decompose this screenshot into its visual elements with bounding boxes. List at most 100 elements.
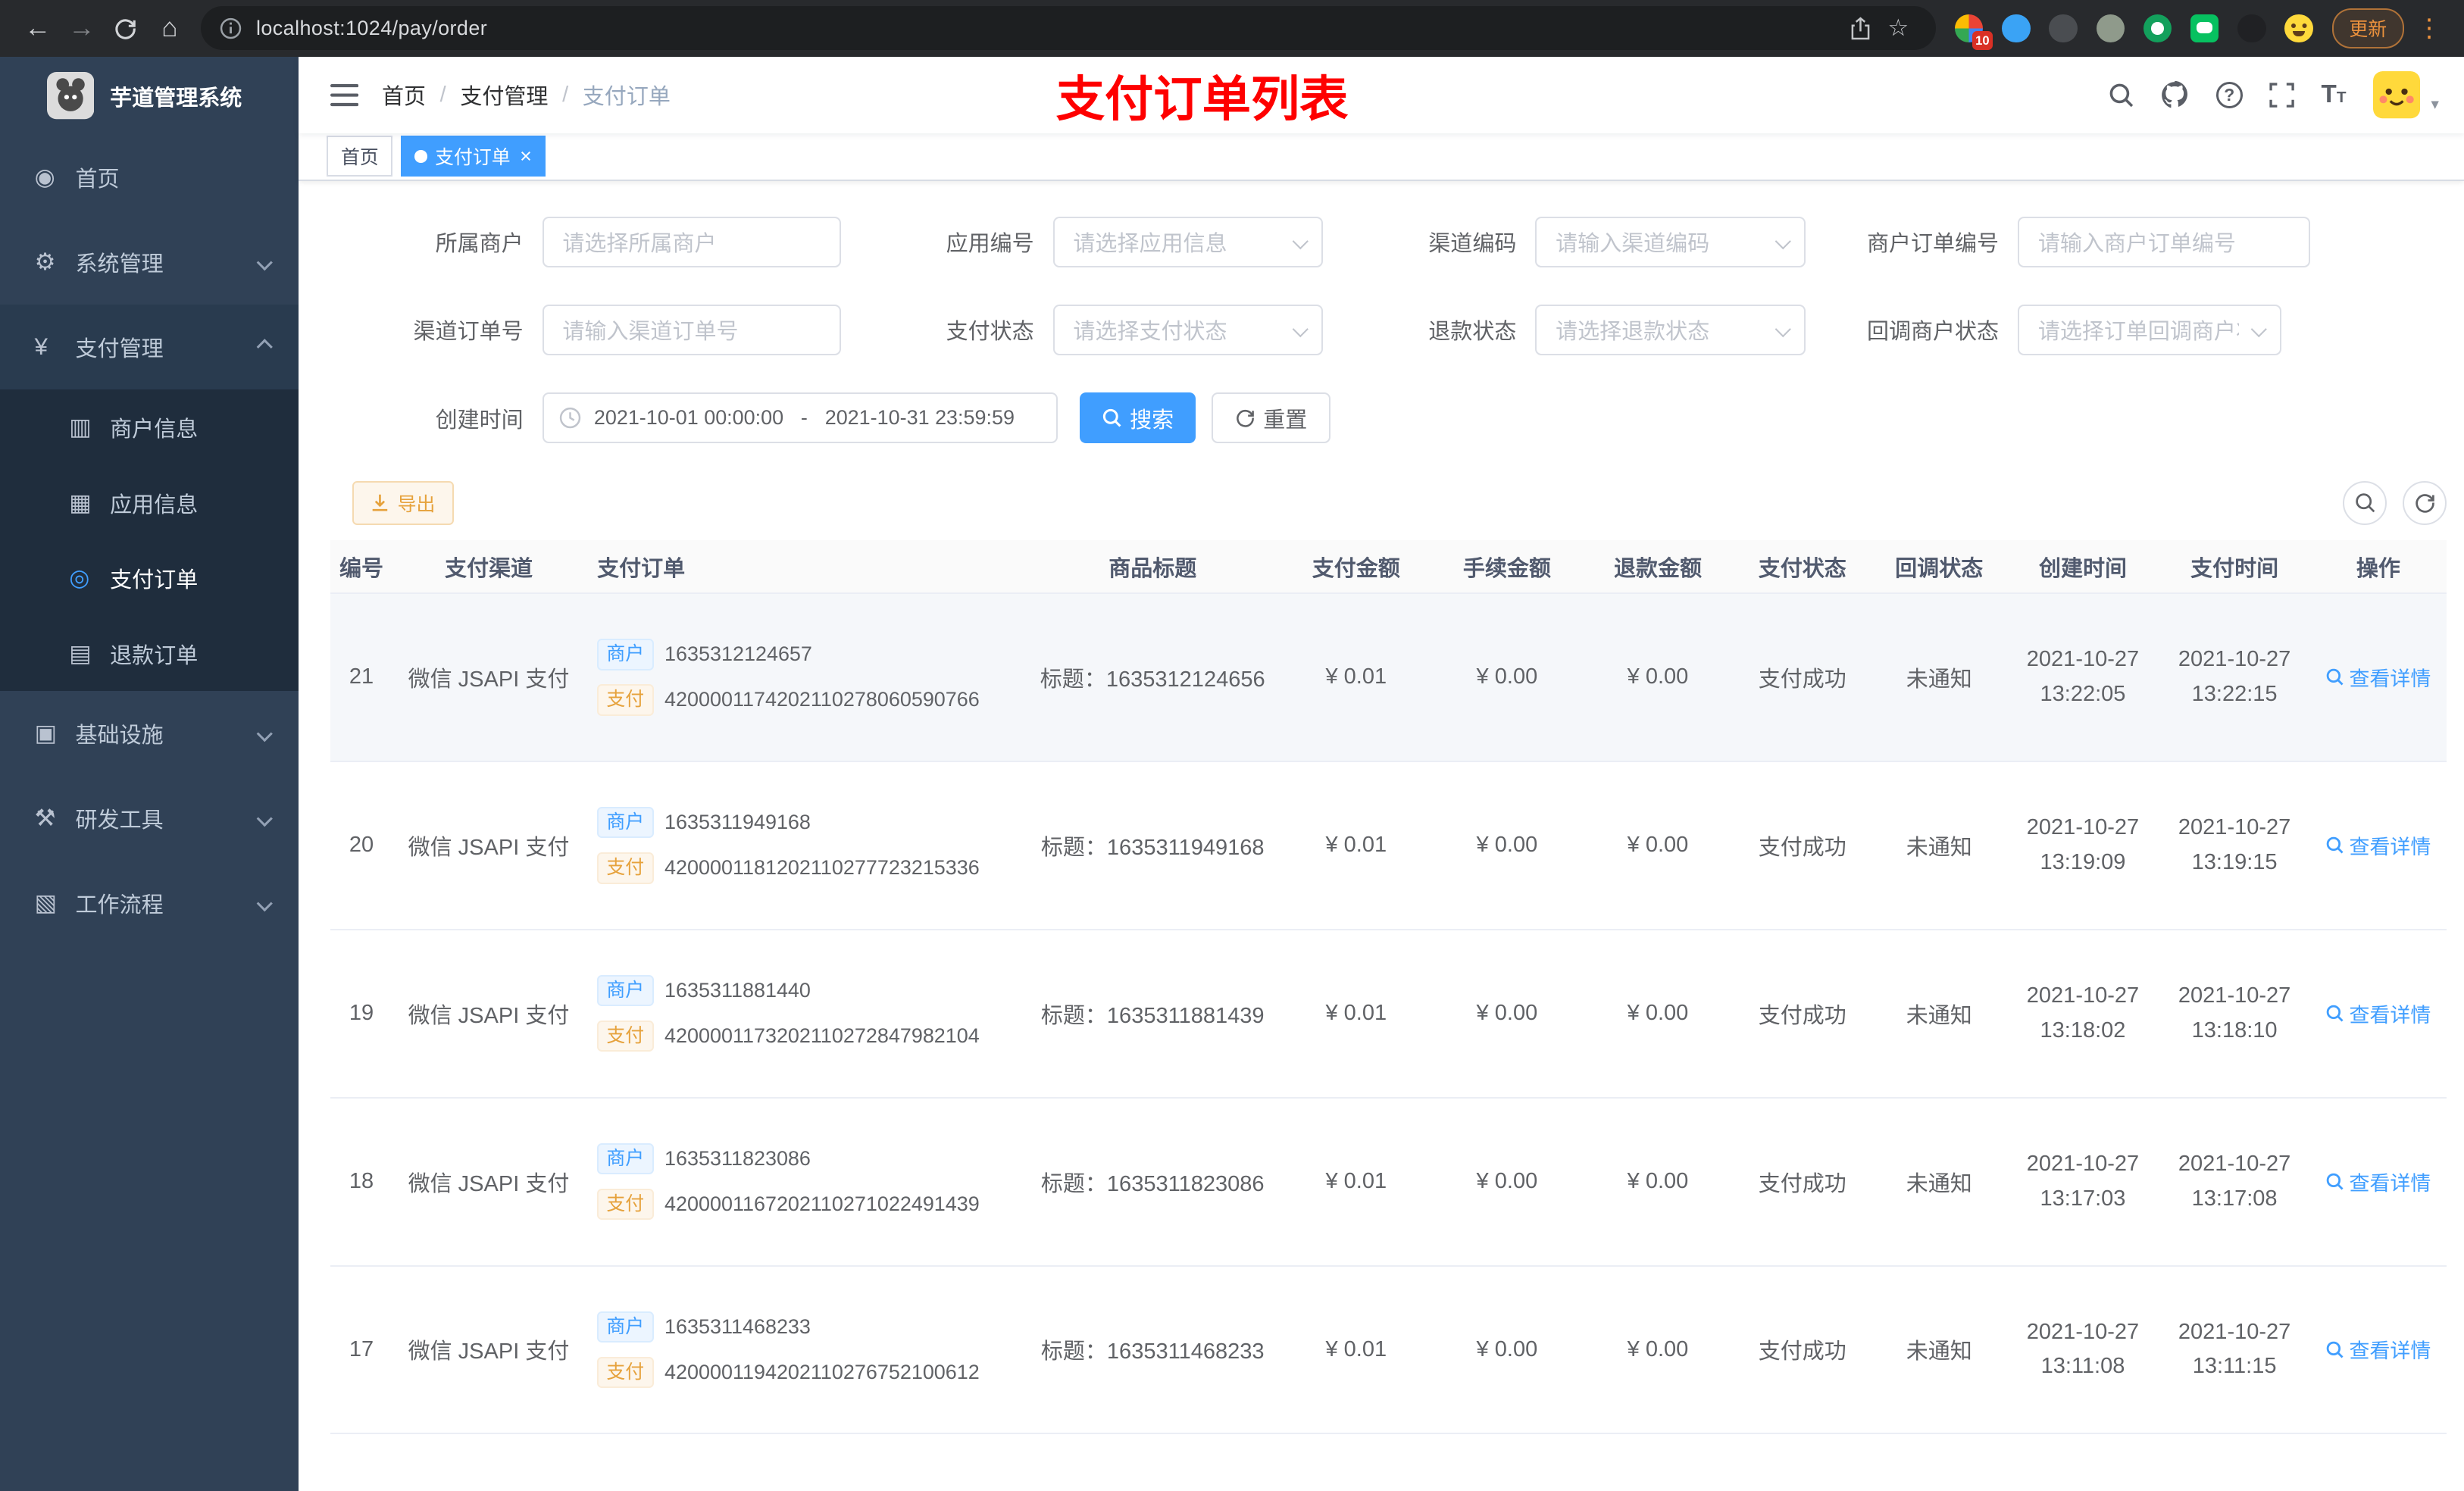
filter-item-refund-status: 退款状态 请选择退款状态: [1323, 305, 1806, 355]
sidebar-item-pay-order[interactable]: ◎ 支付订单: [0, 540, 299, 616]
breadcrumb-item[interactable]: 支付管理: [460, 79, 548, 111]
pay-amount-cell: ¥ 0.01: [1325, 664, 1387, 689]
tab-label: 首页: [340, 147, 379, 169]
reload-button[interactable]: [104, 6, 148, 50]
tab-支付订单[interactable]: 支付订单 ×: [400, 136, 546, 177]
column-header: 编号: [339, 556, 383, 581]
view-detail-link[interactable]: 查看详情: [2325, 662, 2431, 692]
home-button[interactable]: ⌂: [148, 6, 192, 50]
sidebar-item-infrastructure[interactable]: ▣ 基础设施: [0, 691, 299, 776]
reset-button[interactable]: 重置: [1211, 392, 1331, 443]
column-header: 支付渠道: [444, 556, 533, 581]
order-icon: ◎: [69, 564, 90, 592]
sidebar-item-app-info[interactable]: ▦ 应用信息: [0, 465, 299, 541]
bookmark-star-icon[interactable]: ☆: [1879, 9, 1917, 47]
extension-green-square-icon[interactable]: [2190, 14, 2219, 42]
extension-gray-icon[interactable]: [2096, 14, 2125, 42]
pay-tag: 支付: [597, 1020, 654, 1052]
extension-emoji-icon[interactable]: [2284, 14, 2313, 42]
extension-blue-icon[interactable]: [2002, 14, 2031, 42]
share-icon[interactable]: [1842, 9, 1880, 47]
page-body: 芋道管理系统 ◉ 首页 ⚙ 系统管理 ¥ 支付管理 ▥ 商户信息 ▦ 应用信息 ◎ 支付订单 ▤ 退款订单…: [0, 56, 2464, 1491]
close-icon[interactable]: ×: [520, 145, 532, 167]
site-info-icon[interactable]: [220, 17, 242, 39]
filter-input-channel-order-no[interactable]: 请输入渠道订单号: [542, 305, 841, 355]
address-bar[interactable]: localhost:1024/pay/order ☆: [201, 6, 1937, 51]
extension-colorful-icon[interactable]: 10: [1954, 14, 1993, 51]
search-button-label: 搜索: [1130, 408, 1174, 433]
extension-black-icon[interactable]: [2237, 14, 2266, 42]
product-title-cell: 标题：1635311468233: [1040, 1339, 1265, 1364]
search-icon[interactable]: [2108, 82, 2134, 108]
sidebar-item-dev-tools[interactable]: ⚒ 研发工具: [0, 776, 299, 861]
placeholder-text: 请输入商户订单编号: [2037, 232, 2236, 257]
reset-button-label: 重置: [1263, 408, 1308, 433]
main-panel: 首页 / 支付管理 / 支付订单 支付订单列表 ? TT ▾ 首页 支付订单 ×…: [299, 56, 2464, 1491]
font-size-icon[interactable]: TT: [2322, 80, 2347, 109]
date-range-picker[interactable]: 2021-10-01 00:00:00 - 2021-10-31 23:59:5…: [542, 392, 1058, 443]
filter-item-channel-order-no: 渠道订单号 请输入渠道订单号: [330, 305, 841, 355]
table-body: 21 微信 JSAPI 支付 商户 1635312124657 支付 4200001174…: [330, 593, 2447, 1491]
pay-channel-cell: 微信 JSAPI 支付: [408, 1171, 570, 1196]
merchant-order-no: 1635311823086: [664, 1146, 811, 1170]
export-button[interactable]: 导出: [352, 480, 455, 525]
filter-input-merchant[interactable]: 请选择所属商户: [542, 217, 841, 267]
extension-green-circle-icon[interactable]: [2143, 14, 2172, 42]
table-row: 20 微信 JSAPI 支付 商户 1635311949168 支付 4200001181…: [330, 761, 2447, 930]
filter-select-app-no[interactable]: 请选择应用信息: [1052, 217, 1324, 267]
sidebar-item-system[interactable]: ⚙ 系统管理: [0, 220, 299, 305]
extension-dark-icon[interactable]: [2049, 14, 2078, 42]
back-button[interactable]: ←: [16, 6, 60, 50]
sidebar-item-merchant-info[interactable]: ▥ 商户信息: [0, 389, 299, 465]
table-row: 17 微信 JSAPI 支付 商户 1635311468233 支付 4200001194…: [330, 1266, 2447, 1435]
app-logo[interactable]: 芋道管理系统: [0, 57, 299, 136]
column-header: 回调状态: [1895, 556, 1984, 581]
sidebar-item-payment[interactable]: ¥ 支付管理: [0, 305, 299, 390]
action-cell: 查看详情: [2310, 662, 2447, 692]
sidebar-item-workflow[interactable]: ▧ 工作流程: [0, 861, 299, 946]
filter-select-channel-code[interactable]: 请输入渠道编码: [1535, 217, 1806, 267]
filter-item: 创建时间 2021-10-01 00:00:00 - 2021-10-31 23…: [330, 392, 1058, 443]
fee-amount-cell: ¥ 0.00: [1476, 1169, 1538, 1194]
avatar[interactable]: [2372, 71, 2420, 119]
view-detail-link[interactable]: 查看详情: [2325, 1334, 2431, 1364]
filter-select-notify-status[interactable]: 请选择订单回调商户状态: [2017, 305, 2282, 355]
chevron-down-icon[interactable]: ▾: [2431, 95, 2438, 118]
chevron-up-icon: [257, 339, 273, 355]
filter-label: 所属商户: [435, 232, 524, 257]
pay-status-cell: 支付成功: [1758, 667, 1846, 692]
sidebar-item-home[interactable]: ◉ 首页: [0, 135, 299, 220]
pay-order-no: 4200001194202110276752100612: [664, 1361, 980, 1384]
search-icon: [2356, 493, 2375, 513]
refund-amount-cell: ¥ 0.00: [1627, 833, 1689, 858]
help-icon[interactable]: ?: [2215, 81, 2243, 109]
sidebar: 芋道管理系统 ◉ 首页 ⚙ 系统管理 ¥ 支付管理 ▥ 商户信息 ▦ 应用信息 ◎ 支付订单 ▤ 退款订单…: [0, 56, 299, 1491]
view-detail-link[interactable]: 查看详情: [2325, 830, 2431, 860]
pay-status-cell: 支付成功: [1758, 1171, 1846, 1196]
merchant-order-line: 商户 1635311468233: [597, 1311, 1021, 1343]
browser-update-button[interactable]: 更新: [2331, 8, 2404, 48]
forward-button[interactable]: →: [60, 6, 104, 50]
table-refresh-button[interactable]: [2403, 480, 2447, 525]
filter-select-pay-status[interactable]: 请选择支付状态: [1052, 305, 1324, 355]
sidebar-item-label: 商户信息: [110, 417, 199, 442]
search-button[interactable]: 搜索: [1079, 392, 1196, 443]
filter-item-merchant-order-no: 商户订单编号 请输入商户订单编号: [1806, 217, 2310, 267]
small-t: T: [2336, 89, 2347, 107]
tab-首页[interactable]: 首页: [327, 136, 393, 177]
fullscreen-icon[interactable]: [2269, 83, 2294, 108]
table-search-button[interactable]: [2343, 480, 2387, 525]
browser-menu-icon[interactable]: ⋮: [2416, 13, 2441, 43]
filter-select-refund-status[interactable]: 请选择退款状态: [1535, 305, 1806, 355]
view-detail-link[interactable]: 查看详情: [2325, 1167, 2431, 1196]
view-detail-link[interactable]: 查看详情: [2325, 999, 2431, 1028]
pay-amount-cell: ¥ 0.01: [1325, 833, 1387, 858]
action-cell: 查看详情: [2310, 1334, 2447, 1364]
sidebar-item-refund-order[interactable]: ▤ 退款订单: [0, 616, 299, 692]
hamburger-icon[interactable]: [299, 83, 382, 107]
breadcrumb-item[interactable]: 首页: [382, 79, 426, 111]
filter-input-merchant-order-no[interactable]: 请输入商户订单编号: [2017, 217, 2310, 267]
github-icon[interactable]: [2161, 80, 2189, 109]
sidebar-item-label: 工作流程: [75, 893, 164, 918]
placeholder-text: 请选择所属商户: [562, 232, 717, 257]
